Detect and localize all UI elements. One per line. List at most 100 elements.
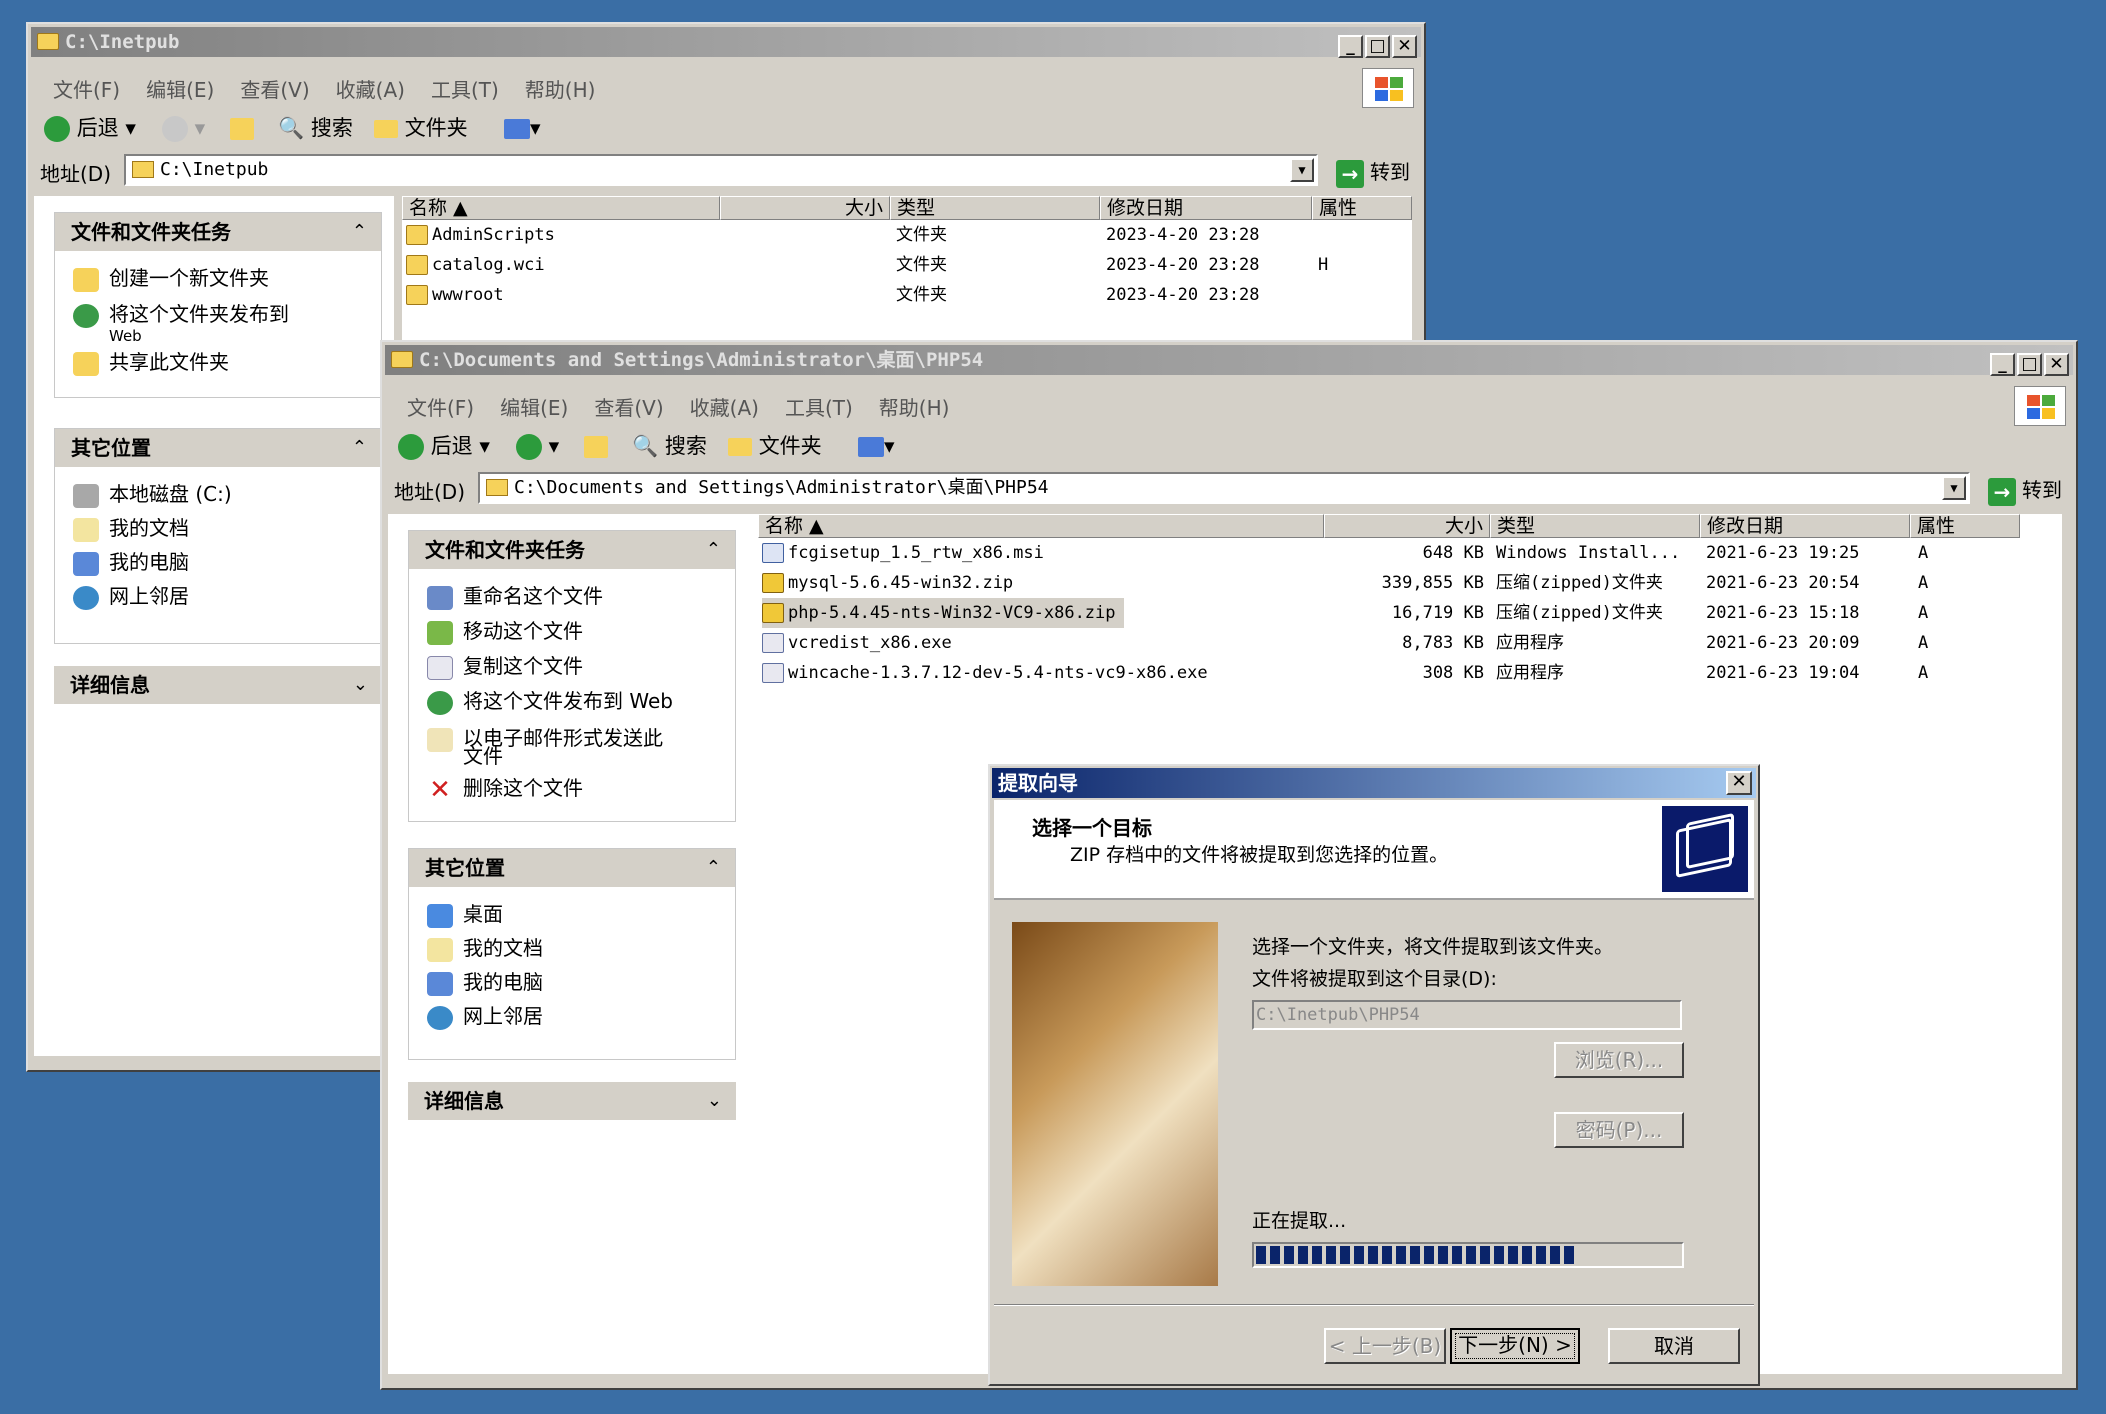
file-row-0[interactable]: AdminScripts <box>406 220 555 250</box>
place-desktop[interactable]: 桌面 <box>427 903 503 928</box>
collapse-chevron-icon[interactable]: ⌃ <box>706 531 721 569</box>
file-row-2[interactable]: php-5.4.45-nts-Win32-VC9-x86.zip <box>762 598 1124 628</box>
menu-tools[interactable]: 工具(T) <box>778 392 860 421</box>
file-type-cell: 压缩(zipped)文件夹 <box>1496 568 1663 598</box>
file-row-0[interactable]: fcgisetup_1.5_rtw_x86.msi <box>762 538 1044 568</box>
address-input[interactable]: C:\Inetpub ▼ <box>124 154 1318 186</box>
back-arrow-icon <box>398 434 424 460</box>
place-my-computer[interactable]: 我的电脑 <box>427 971 543 996</box>
panel-header[interactable]: 文件和文件夹任务 ⌃ <box>55 213 381 251</box>
minimize-button[interactable]: _ <box>1990 353 2015 376</box>
column-modified[interactable]: 修改日期 <box>1700 514 1910 538</box>
address-dropdown-arrow[interactable]: ▼ <box>1942 476 1966 500</box>
task-new-folder[interactable]: 创建一个新文件夹 <box>73 267 269 292</box>
file-row-3[interactable]: vcredist_x86.exe <box>762 628 952 658</box>
views-button[interactable]: ▾ <box>504 114 541 142</box>
panel-header[interactable]: 文件和文件夹任务 ⌃ <box>409 531 735 569</box>
file-row-2[interactable]: wwwroot <box>406 280 504 310</box>
collapse-chevron-icon[interactable]: ⌃ <box>352 213 367 251</box>
place-my-documents[interactable]: 我的文档 <box>427 937 543 962</box>
dialog-close-button[interactable]: ✕ <box>1726 771 1752 795</box>
file-row-1[interactable]: catalog.wci <box>406 250 545 280</box>
place-network[interactable]: 网上邻居 <box>427 1005 543 1030</box>
folders-button[interactable]: 文件夹 <box>728 432 822 460</box>
back-button[interactable]: 后退 ▾ <box>44 114 136 142</box>
column-name[interactable]: 名称 ▲ <box>758 514 1324 538</box>
task-delete[interactable]: ✕ 删除这个文件 <box>427 774 583 805</box>
next-button[interactable]: 下一步(N) > <box>1450 1328 1580 1364</box>
password-button[interactable]: 密码(P)... <box>1554 1112 1684 1148</box>
address-input[interactable]: C:\Documents and Settings\Administrator\… <box>478 472 1970 504</box>
forward-button[interactable]: ▾ <box>516 432 559 460</box>
place-my-documents[interactable]: 我的文档 <box>73 517 189 542</box>
column-type[interactable]: 类型 <box>890 196 1100 220</box>
task-email-cont[interactable]: 文件 <box>463 745 503 767</box>
panel-header[interactable]: 详细信息 ⌄ <box>408 1082 736 1120</box>
views-icon <box>858 437 884 457</box>
column-size[interactable]: 大小 <box>1324 514 1490 538</box>
task-publish-web-cont[interactable]: Web <box>109 325 142 347</box>
go-button[interactable]: → 转到 <box>1336 156 1410 188</box>
views-button[interactable]: ▾ <box>858 432 895 460</box>
menu-tools[interactable]: 工具(T) <box>424 74 506 103</box>
menu-favorites[interactable]: 收藏(A) <box>683 392 766 421</box>
place-my-computer[interactable]: 我的电脑 <box>73 551 189 576</box>
up-folder-button[interactable] <box>230 114 254 142</box>
forward-button[interactable]: ▾ <box>162 114 205 142</box>
menu-view[interactable]: 查看(V) <box>587 392 670 421</box>
task-publish-web[interactable]: 将这个文件发布到 Web <box>427 690 673 715</box>
column-name[interactable]: 名称 ▲ <box>402 196 720 220</box>
file-row-1[interactable]: mysql-5.6.45-win32.zip <box>762 568 1013 598</box>
collapse-chevron-icon[interactable]: ⌃ <box>352 429 367 467</box>
search-button[interactable]: 🔍 搜索 <box>632 432 707 460</box>
search-button[interactable]: 🔍 搜索 <box>278 114 353 142</box>
task-copy[interactable]: 复制这个文件 <box>427 655 583 680</box>
close-button[interactable]: ✕ <box>2044 353 2069 376</box>
task-move[interactable]: 移动这个文件 <box>427 620 583 645</box>
menu-help[interactable]: 帮助(H) <box>518 74 603 103</box>
menu-favorites[interactable]: 收藏(A) <box>329 74 412 103</box>
expand-chevron-icon[interactable]: ⌄ <box>707 1082 722 1120</box>
collapse-chevron-icon[interactable]: ⌃ <box>706 849 721 887</box>
column-modified[interactable]: 修改日期 <box>1100 196 1312 220</box>
directory-input[interactable]: C:\Inetpub\PHP54 <box>1252 1000 1682 1030</box>
column-attributes[interactable]: 属性 <box>1910 514 2020 538</box>
column-size[interactable]: 大小 <box>720 196 890 220</box>
place-local-disk[interactable]: 本地磁盘 (C:) <box>73 483 232 508</box>
expand-chevron-icon[interactable]: ⌄ <box>353 666 368 704</box>
panel-header[interactable]: 详细信息 ⌄ <box>54 666 382 704</box>
menu-file[interactable]: 文件(F) <box>46 74 127 103</box>
address-dropdown-arrow[interactable]: ▼ <box>1290 158 1314 182</box>
browse-button[interactable]: 浏览(R)... <box>1554 1042 1684 1078</box>
cancel-button[interactable]: 取消 <box>1608 1328 1740 1364</box>
dialog-title-bar[interactable]: 提取向导 ✕ <box>992 768 1756 798</box>
menu-file[interactable]: 文件(F) <box>400 392 481 421</box>
file-row-4[interactable]: wincache-1.3.7.12-dev-5.4-nts-vc9-x86.ex… <box>762 658 1208 688</box>
menu-view[interactable]: 查看(V) <box>233 74 316 103</box>
place-label: 桌面 <box>463 902 503 926</box>
back-button[interactable]: 后退 ▾ <box>398 432 490 460</box>
go-button[interactable]: → 转到 <box>1988 474 2062 506</box>
place-network[interactable]: 网上邻居 <box>73 585 189 610</box>
menu-edit[interactable]: 编辑(E) <box>493 392 575 421</box>
back-button[interactable]: < 上一步(B) <box>1324 1328 1446 1364</box>
task-share-folder[interactable]: 共享此文件夹 <box>73 351 229 376</box>
menu-edit[interactable]: 编辑(E) <box>139 74 221 103</box>
title-bar[interactable]: C:\Inetpub _ □ ✕ <box>31 27 1421 58</box>
minimize-button[interactable]: _ <box>1338 35 1363 58</box>
panel-header[interactable]: 其它位置 ⌃ <box>409 849 735 887</box>
folders-button[interactable]: 文件夹 <box>374 114 468 142</box>
up-folder-button[interactable] <box>584 432 608 460</box>
delete-icon: ✕ <box>429 774 451 805</box>
panel-header[interactable]: 其它位置 ⌃ <box>55 429 381 467</box>
task-rename[interactable]: 重命名这个文件 <box>427 585 603 610</box>
column-type[interactable]: 类型 <box>1490 514 1700 538</box>
close-button[interactable]: ✕ <box>1392 35 1417 58</box>
maximize-button[interactable]: □ <box>1365 35 1390 58</box>
folder-icon <box>37 33 59 50</box>
maximize-button[interactable]: □ <box>2017 353 2042 376</box>
task-publish-web[interactable]: 将这个文件夹发布到 <box>73 303 289 328</box>
menu-help[interactable]: 帮助(H) <box>872 392 957 421</box>
title-bar[interactable]: C:\Documents and Settings\Administrator\… <box>385 345 2073 376</box>
column-attributes[interactable]: 属性 <box>1312 196 1412 220</box>
